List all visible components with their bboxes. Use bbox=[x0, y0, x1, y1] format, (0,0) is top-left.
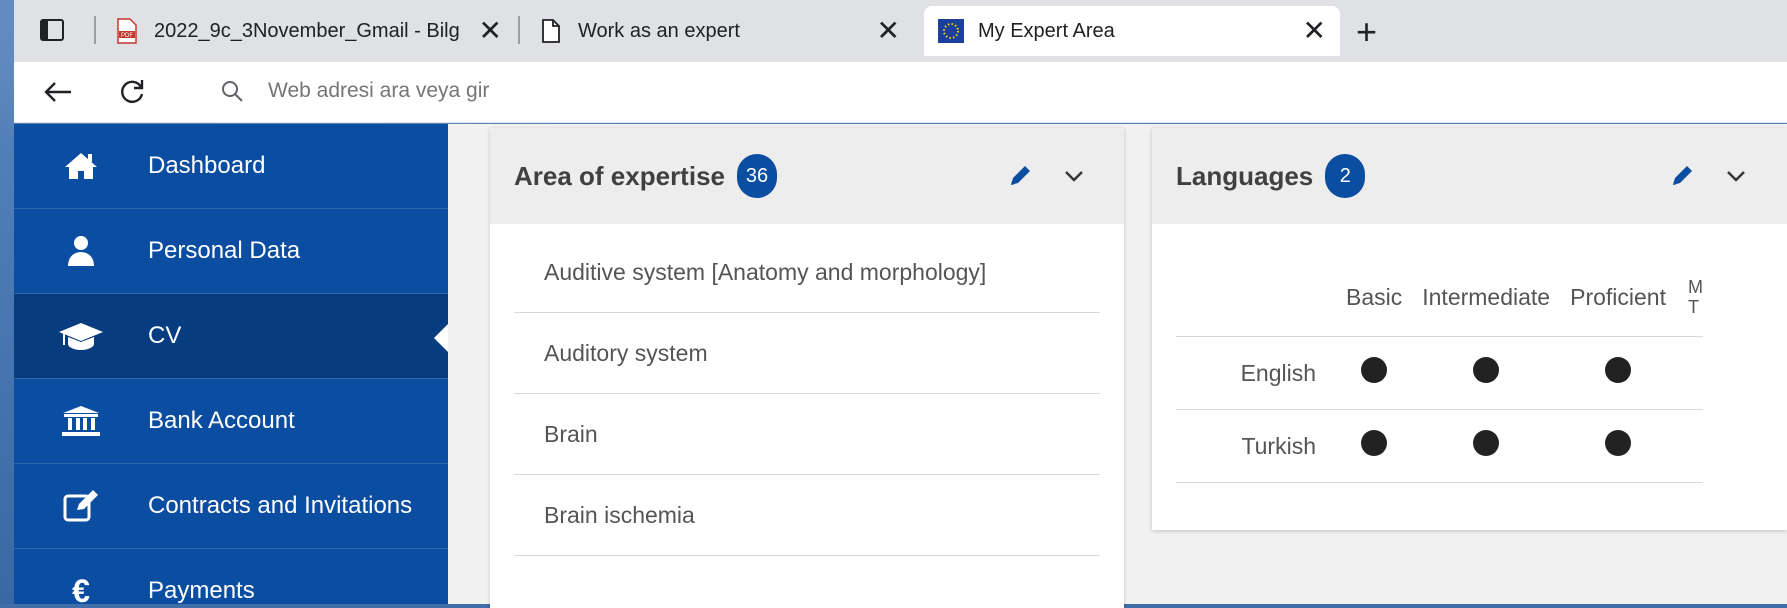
column-header: M T bbox=[1675, 258, 1703, 337]
close-icon[interactable]: ✕ bbox=[479, 17, 502, 45]
tab-pdf[interactable]: PDF 2022_9c_3November_Gmail - Bilg ✕ bbox=[100, 6, 516, 56]
level-dot bbox=[1560, 409, 1676, 483]
language-name: Turkish bbox=[1176, 409, 1336, 483]
column-header-language bbox=[1176, 258, 1336, 337]
close-icon[interactable]: ✕ bbox=[877, 17, 900, 45]
level-dot bbox=[1412, 409, 1561, 483]
tab-my-expert-area[interactable]: My Expert Area ✕ bbox=[924, 6, 1340, 56]
level-dot bbox=[1336, 409, 1413, 483]
count-badge: 36 bbox=[736, 154, 777, 198]
pencil-icon[interactable] bbox=[1668, 162, 1696, 190]
languages-panel-header[interactable]: Languages 2 bbox=[1152, 128, 1787, 224]
list-item: Brain ischemia bbox=[514, 475, 1100, 556]
chevron-down-icon[interactable] bbox=[1722, 162, 1750, 190]
count-badge: 2 bbox=[1325, 154, 1366, 198]
tab-title: 2022_9c_3November_Gmail - Bilg bbox=[154, 19, 460, 42]
level-dot bbox=[1560, 336, 1676, 410]
sidebar: Dashboard Personal Data CV Bank Account … bbox=[14, 124, 448, 604]
address-input[interactable] bbox=[266, 78, 870, 104]
sidebar-item-contracts[interactable]: Contracts and Invitations bbox=[14, 464, 448, 549]
user-icon bbox=[58, 228, 104, 274]
sidebar-item-bank-account[interactable]: Bank Account bbox=[14, 379, 448, 464]
svg-text:PDF: PDF bbox=[121, 33, 133, 39]
new-tab-icon[interactable]: + bbox=[1356, 14, 1377, 50]
sidebar-item-label: Payments bbox=[148, 577, 255, 604]
bank-icon bbox=[58, 398, 104, 444]
table-header-row: Basic Intermediate Proficient M T bbox=[1176, 258, 1703, 337]
document-icon bbox=[538, 18, 564, 44]
sidebar-item-label: Dashboard bbox=[148, 152, 266, 179]
pencil-icon[interactable] bbox=[1006, 162, 1034, 190]
tab-title: My Expert Area bbox=[978, 19, 1115, 42]
list-item: Auditive system [Anatomy and morphology] bbox=[514, 232, 1100, 313]
tab-actions-icon[interactable] bbox=[40, 19, 64, 41]
sidebar-item-label: Bank Account bbox=[148, 407, 295, 434]
tab-work-as-expert[interactable]: Work as an expert ✕ bbox=[524, 6, 914, 56]
tab-separator bbox=[518, 16, 520, 44]
edit-icon bbox=[58, 483, 104, 529]
sidebar-item-cv[interactable]: CV bbox=[14, 294, 448, 379]
address-bar[interactable] bbox=[190, 66, 1787, 116]
panel-title: Languages bbox=[1176, 160, 1314, 191]
expertise-list: Auditive system [Anatomy and morphology]… bbox=[490, 224, 1124, 556]
sidebar-item-dashboard[interactable]: Dashboard bbox=[14, 124, 448, 209]
back-arrow-icon[interactable] bbox=[40, 74, 76, 110]
list-item: Auditory system bbox=[514, 313, 1100, 394]
list-item: Brain bbox=[514, 394, 1100, 475]
level-dot bbox=[1336, 336, 1413, 410]
tab-title: Work as an expert bbox=[578, 19, 740, 42]
table-row: English bbox=[1176, 336, 1703, 410]
refresh-icon[interactable] bbox=[114, 74, 150, 110]
sidebar-item-label: Contracts and Invitations bbox=[148, 492, 413, 519]
column-header: Intermediate bbox=[1412, 258, 1561, 337]
eu-flag-icon bbox=[938, 18, 964, 44]
languages-panel: Languages 2 Basic Intermediate Proficien… bbox=[1152, 128, 1787, 530]
close-icon[interactable]: ✕ bbox=[1303, 17, 1326, 45]
home-icon bbox=[58, 143, 104, 189]
language-name: English bbox=[1176, 336, 1336, 410]
browser-tab-bar: PDF 2022_9c_3November_Gmail - Bilg ✕ Wor… bbox=[14, 0, 1787, 62]
tab-separator bbox=[94, 16, 96, 44]
browser-nav-bar bbox=[14, 62, 1787, 123]
column-header: Proficient bbox=[1560, 258, 1676, 337]
sidebar-item-label: Personal Data bbox=[148, 237, 301, 264]
sidebar-item-label: CV bbox=[148, 322, 182, 349]
graduation-cap-icon bbox=[58, 313, 104, 359]
search-icon bbox=[220, 79, 244, 103]
sidebar-item-personal-data[interactable]: Personal Data bbox=[14, 209, 448, 294]
table-row: Turkish bbox=[1176, 409, 1703, 483]
column-header: Basic bbox=[1336, 258, 1413, 337]
main-content: Area of expertise 36 Auditive system [An… bbox=[448, 124, 1787, 608]
languages-table: Basic Intermediate Proficient M T Englis… bbox=[1176, 258, 1703, 483]
active-indicator bbox=[434, 324, 448, 352]
expertise-panel-header[interactable]: Area of expertise 36 bbox=[490, 128, 1124, 224]
panel-title: Area of expertise bbox=[514, 160, 725, 191]
expertise-panel: Area of expertise 36 Auditive system [An… bbox=[490, 128, 1124, 608]
level-dot bbox=[1412, 336, 1561, 410]
chevron-down-icon[interactable] bbox=[1060, 162, 1088, 190]
sidebar-item-payments[interactable]: € Payments bbox=[14, 549, 448, 605]
pdf-icon: PDF bbox=[114, 18, 140, 44]
euro-icon: € bbox=[72, 572, 90, 605]
